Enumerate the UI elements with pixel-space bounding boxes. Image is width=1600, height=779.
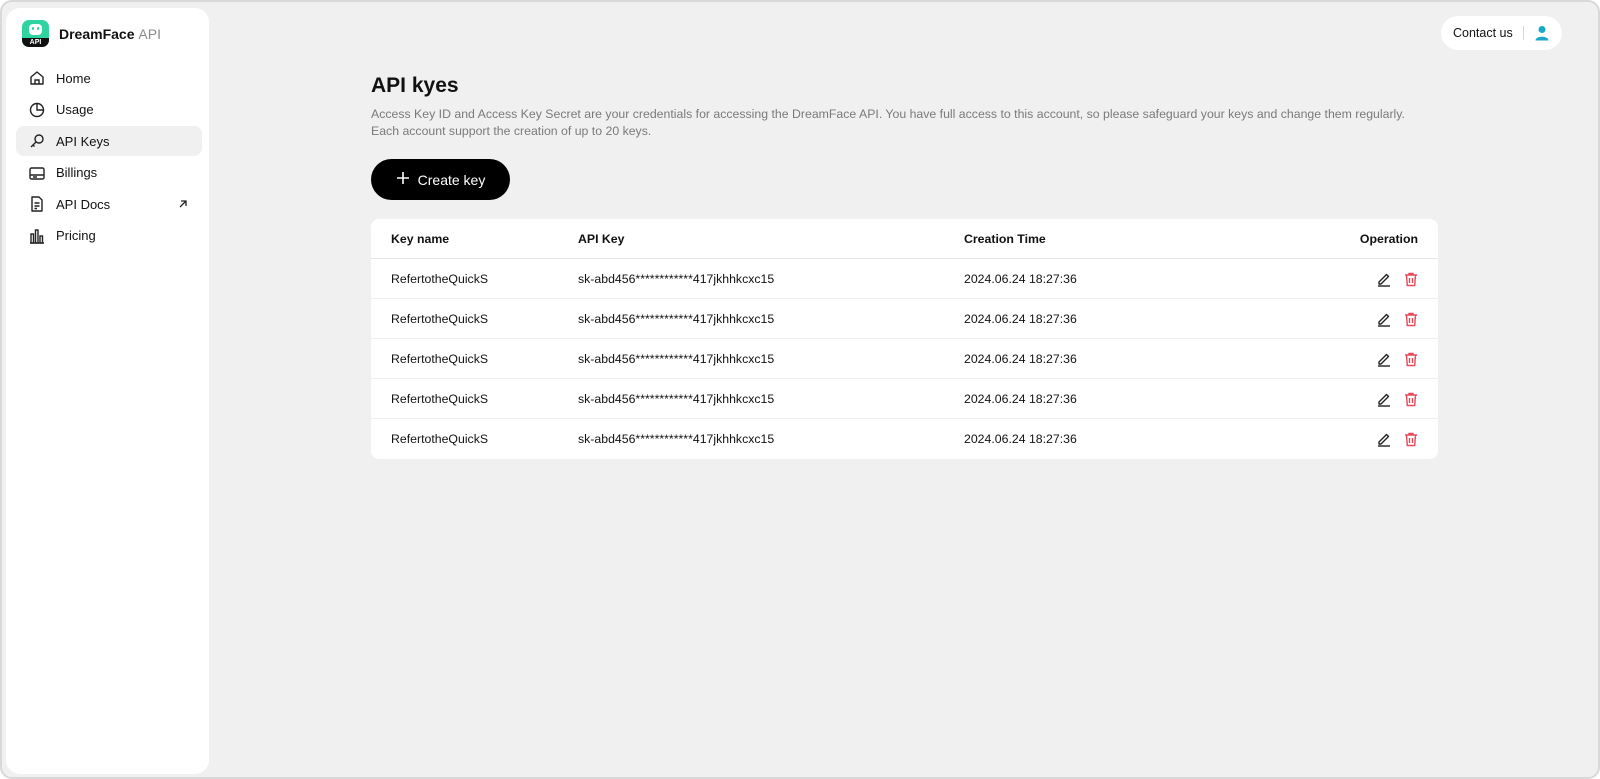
create-key-button[interactable]: Create key <box>371 159 510 200</box>
key-icon <box>28 132 46 150</box>
delete-icon[interactable] <box>1402 390 1420 408</box>
creation-time-cell: 2024.06.24 18:27:36 <box>964 352 1077 366</box>
creation-time-cell: 2024.06.24 18:27:36 <box>964 432 1077 446</box>
home-icon <box>28 69 46 87</box>
column-header-key-name: Key name <box>391 232 450 246</box>
delete-icon[interactable] <box>1402 430 1420 448</box>
api-key-cell: sk-abd456************417jkhhkcxc15 <box>578 432 775 446</box>
sidebar-item-pricing[interactable]: Pricing <box>16 221 202 251</box>
sidebar-item-label: API Docs <box>56 196 111 212</box>
brand-name-text: DreamFace <box>59 25 135 42</box>
plus-icon <box>396 171 410 188</box>
api-key-cell: sk-abd456************417jkhhkcxc15 <box>578 272 775 286</box>
pie-chart-icon <box>28 101 46 119</box>
delete-icon[interactable] <box>1402 310 1420 328</box>
key-name-cell: RefertotheQuickS <box>391 392 489 406</box>
sidebar-item-label: Billings <box>56 165 98 180</box>
operation-cell <box>1375 390 1420 408</box>
operation-cell <box>1375 350 1420 368</box>
table-row: RefertotheQuickS sk-abd456************41… <box>371 419 1438 459</box>
app-window: API DreamFace API Home Usage API Keys Bi… <box>0 0 1600 779</box>
sidebar-item-api-docs[interactable]: API Docs <box>16 189 202 219</box>
edit-icon[interactable] <box>1375 430 1393 448</box>
divider <box>1522 26 1524 40</box>
sidebar-item-label: API Keys <box>56 133 110 149</box>
delete-icon[interactable] <box>1402 350 1420 368</box>
column-header-api-key: API Key <box>578 232 625 246</box>
edit-icon[interactable] <box>1375 270 1393 288</box>
table-row: RefertotheQuickS sk-abd456************41… <box>371 379 1438 419</box>
api-key-cell: sk-abd456************417jkhhkcxc15 <box>578 352 775 366</box>
external-link-icon <box>176 197 190 211</box>
brand-logo-icon: API <box>22 20 49 47</box>
sidebar-item-label: Pricing <box>56 228 96 243</box>
sidebar-item-label: Usage <box>56 102 94 117</box>
document-icon <box>28 195 46 213</box>
sidebar-nav: Home Usage API Keys Billings API Docs Pr… <box>16 63 202 252</box>
page-description: Access Key ID and Access Key Secret are … <box>371 107 1405 138</box>
key-name-cell: RefertotheQuickS <box>391 432 489 446</box>
key-name-cell: RefertotheQuickS <box>391 272 489 286</box>
operation-cell <box>1375 270 1420 288</box>
sidebar-item-api-keys[interactable]: API Keys <box>16 126 202 156</box>
creation-time-cell: 2024.06.24 18:27:36 <box>964 272 1077 286</box>
delete-icon[interactable] <box>1402 270 1420 288</box>
brand-name: DreamFace API <box>59 26 161 42</box>
sidebar-item-billings[interactable]: Billings <box>16 158 202 188</box>
creation-time-cell: 2024.06.24 18:27:36 <box>964 312 1077 326</box>
sidebar: API DreamFace API Home Usage API Keys Bi… <box>6 8 209 774</box>
contact-us-label: Contact us <box>1453 26 1513 40</box>
key-name-cell: RefertotheQuickS <box>391 352 489 366</box>
operation-cell <box>1375 430 1420 448</box>
operation-cell <box>1375 310 1420 328</box>
contact-us-button[interactable]: Contact us <box>1441 16 1562 50</box>
sidebar-item-home[interactable]: Home <box>16 63 202 93</box>
card-icon <box>28 164 46 182</box>
page-title: API kyes <box>371 74 459 97</box>
edit-icon[interactable] <box>1375 350 1393 368</box>
column-header-operation: Operation <box>1359 232 1418 246</box>
create-key-label: Create key <box>417 171 486 188</box>
user-icon[interactable] <box>1534 25 1550 41</box>
edit-icon[interactable] <box>1375 310 1393 328</box>
api-key-cell: sk-abd456************417jkhhkcxc15 <box>578 312 775 326</box>
creation-time-cell: 2024.06.24 18:27:36 <box>964 392 1077 406</box>
api-key-cell: sk-abd456************417jkhhkcxc15 <box>578 392 775 406</box>
table-header: Key name API Key Creation Time Operation <box>371 219 1438 259</box>
column-header-creation-time: Creation Time <box>964 232 1046 246</box>
table-row: RefertotheQuickS sk-abd456************41… <box>371 299 1438 339</box>
bar-chart-icon <box>28 227 46 245</box>
brand-suffix: API <box>138 25 161 42</box>
table-row: RefertotheQuickS sk-abd456************41… <box>371 339 1438 379</box>
api-keys-table: Key name API Key Creation Time Operation… <box>371 219 1438 459</box>
sidebar-item-label: Home <box>56 70 91 86</box>
table-row: RefertotheQuickS sk-abd456************41… <box>371 259 1438 299</box>
key-name-cell: RefertotheQuickS <box>391 312 489 326</box>
brand[interactable]: API DreamFace API <box>22 20 161 47</box>
sidebar-item-usage[interactable]: Usage <box>16 95 202 125</box>
edit-icon[interactable] <box>1375 390 1393 408</box>
